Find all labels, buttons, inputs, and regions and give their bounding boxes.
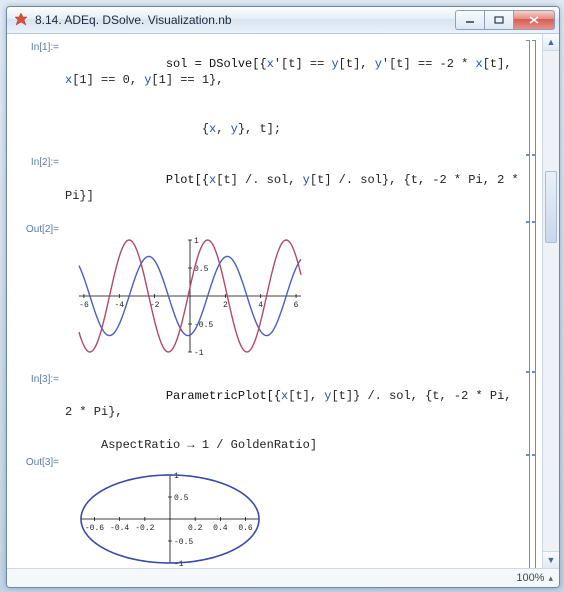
window-controls xyxy=(455,10,555,30)
zoom-caret-icon[interactable]: ▴ xyxy=(548,573,553,584)
mathematica-icon xyxy=(13,12,29,28)
svg-text:2: 2 xyxy=(223,301,228,310)
scroll-down-button[interactable]: ▼ xyxy=(543,551,559,568)
cell-label: Out[3]= xyxy=(13,455,65,468)
scroll-up-button[interactable]: ▲ xyxy=(543,34,559,51)
cell-out2: Out[2]= -6-4-2246-1-0.50.51 xyxy=(13,222,538,370)
svg-text:-0.2: -0.2 xyxy=(135,524,154,533)
svg-text:-0.6: -0.6 xyxy=(85,524,104,533)
svg-text:1: 1 xyxy=(194,237,199,246)
scroll-thumb[interactable] xyxy=(545,171,557,243)
cell-in3[interactable]: In[3]:= ParametricPlot[{x[t], y[t]} /. s… xyxy=(13,372,538,453)
cell-body[interactable]: Plot[{x[t] /. sol, y[t] /. sol}, {t, -2 … xyxy=(65,155,538,220)
svg-text:0.2: 0.2 xyxy=(188,524,203,533)
svg-text:1: 1 xyxy=(174,472,179,481)
minimize-button[interactable] xyxy=(455,10,484,30)
titlebar[interactable]: 8.14. ADEq. DSolve. Visualization.nb xyxy=(7,7,559,34)
svg-text:-6: -6 xyxy=(79,301,89,310)
svg-text:0.6: 0.6 xyxy=(238,524,253,533)
svg-text:-1: -1 xyxy=(174,560,184,568)
svg-text:-4: -4 xyxy=(114,301,124,310)
svg-text:-1: -1 xyxy=(194,349,204,358)
cell-label: Out[2]= xyxy=(13,222,65,235)
cell-body[interactable]: sol = DSolve[{x'[t] == y[t], y'[t] == -2… xyxy=(65,40,538,153)
cell-label: In[3]:= xyxy=(13,372,65,385)
svg-text:0.4: 0.4 xyxy=(213,524,228,533)
vertical-scrollbar[interactable]: ▲ ▼ xyxy=(542,34,559,568)
svg-text:0.5: 0.5 xyxy=(174,494,189,503)
cell-body[interactable]: ParametricPlot[{x[t], y[t]} /. sol, {t, … xyxy=(65,372,538,453)
cell-out3: Out[3]= -0.6 -0.4 -0.2 0.2 0.4 0.6 -1 -0.5 0.5 1 xyxy=(13,455,538,568)
svg-text:4: 4 xyxy=(258,301,263,310)
cell-in1[interactable]: In[1]:= sol = DSolve[{x'[t] == y[t], y'[… xyxy=(13,40,538,153)
statusbar: 100% ▴ xyxy=(7,568,559,587)
svg-text:0.5: 0.5 xyxy=(194,265,209,274)
maximize-button[interactable] xyxy=(484,10,514,30)
plot-out2: -6-4-2246-1-0.50.51 xyxy=(65,226,538,366)
scroll-track[interactable] xyxy=(543,51,559,551)
svg-text:-0.5: -0.5 xyxy=(174,538,193,547)
app-window: 8.14. ADEq. DSolve. Visualization.nb xyxy=(6,6,560,588)
svg-text:6: 6 xyxy=(294,301,299,310)
cell-label: In[1]:= xyxy=(13,40,65,53)
zoom-level[interactable]: 100% xyxy=(516,572,544,584)
notebook-area[interactable]: In[1]:= sol = DSolve[{x'[t] == y[t], y'[… xyxy=(7,34,542,568)
cell-label: In[2]:= xyxy=(13,155,65,168)
cell-in2[interactable]: In[2]:= Plot[{x[t] /. sol, y[t] /. sol},… xyxy=(13,155,538,220)
plot-out3: -0.6 -0.4 -0.2 0.2 0.4 0.6 -1 -0.5 0.5 1 xyxy=(65,459,538,568)
svg-text:-0.4: -0.4 xyxy=(110,524,129,533)
close-button[interactable] xyxy=(514,10,555,30)
window-title: 8.14. ADEq. DSolve. Visualization.nb xyxy=(35,13,449,27)
